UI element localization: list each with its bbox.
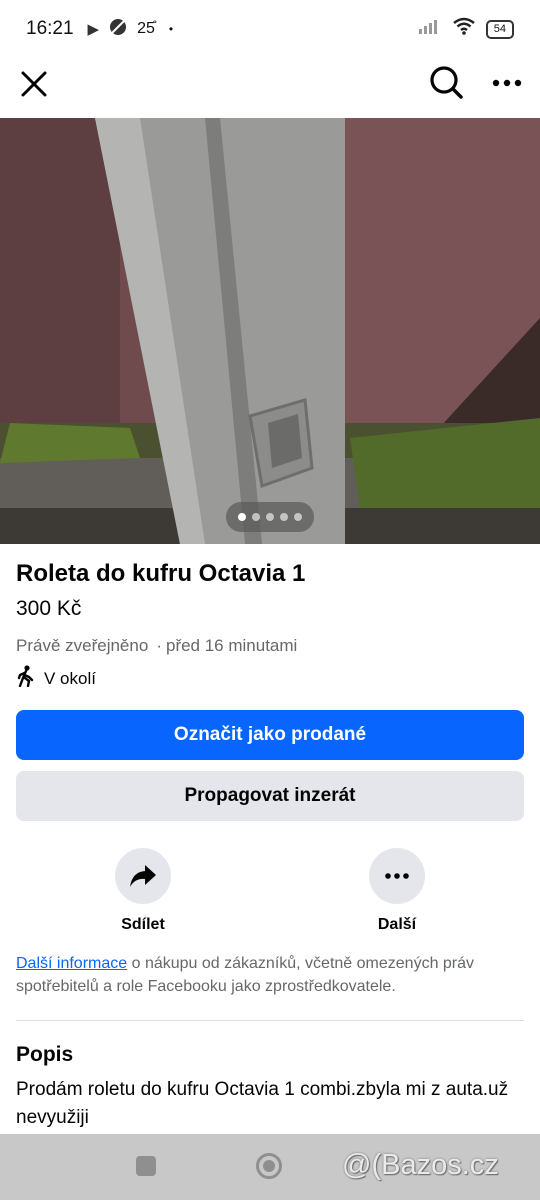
listing-meta: Právě zveřejněno · před 16 minutami [16,636,297,656]
promote-listing-button[interactable]: Propagovat inzerát [16,771,524,821]
section-divider [16,1020,524,1021]
signal-icon [418,18,442,40]
location-label: V okolí [44,668,96,688]
consumer-info: Další informace o nákupu od zákazníků, v… [16,952,516,998]
image-pagination[interactable] [226,502,314,532]
status-temperature: 25̊ [137,20,155,37]
wifi-icon [452,17,476,41]
system-nav-bar: @(Bazos.cz [0,1134,540,1200]
app-icon [109,18,127,40]
listing-price: 300 Kč [16,597,82,620]
pagination-dot [266,513,274,521]
description-heading: Popis [16,1043,74,1066]
watermark: @(Bazos.cz [342,1149,499,1181]
photo-illustration [0,118,540,544]
top-app-bar [0,58,540,118]
meta-separator: · [156,636,162,655]
battery-icon: 54 [485,19,514,39]
listing-title: Roleta do kufru Octavia 1 [16,560,306,587]
mark-as-sold-button[interactable]: Označit jako prodané [16,710,524,760]
posted-status: Právě zveřejněno [16,636,149,655]
status-time: 16:21 [26,18,74,39]
more-options-icon[interactable] [369,848,425,904]
close-icon[interactable] [18,68,50,100]
recents-button[interactable] [136,1156,156,1176]
more-icon[interactable] [490,68,524,98]
status-dot: • [168,22,174,36]
pagination-dot [280,513,288,521]
share-action[interactable]: Sdílet [83,848,203,934]
play-icon: ▶ [87,21,100,38]
pagination-dot [252,513,260,521]
listing-location: V okolí [16,665,96,692]
pagination-dot [294,513,302,521]
home-button[interactable] [256,1153,282,1179]
walking-icon [16,665,36,692]
more-info-link[interactable]: Další informace [16,955,127,972]
status-bar: 16:21 ▶ 25̊ • 54 [0,0,540,58]
more-label: Další [377,916,417,933]
more-action[interactable]: Další [337,848,457,934]
search-icon[interactable] [428,64,464,100]
listing-photo[interactable] [0,118,540,544]
share-icon[interactable] [115,848,171,904]
pagination-dot [238,513,246,521]
posted-time: před 16 minutami [165,636,298,655]
description-text: Prodám roletu do kufru Octavia 1 combi.z… [16,1079,509,1128]
share-label: Sdílet [121,916,165,933]
